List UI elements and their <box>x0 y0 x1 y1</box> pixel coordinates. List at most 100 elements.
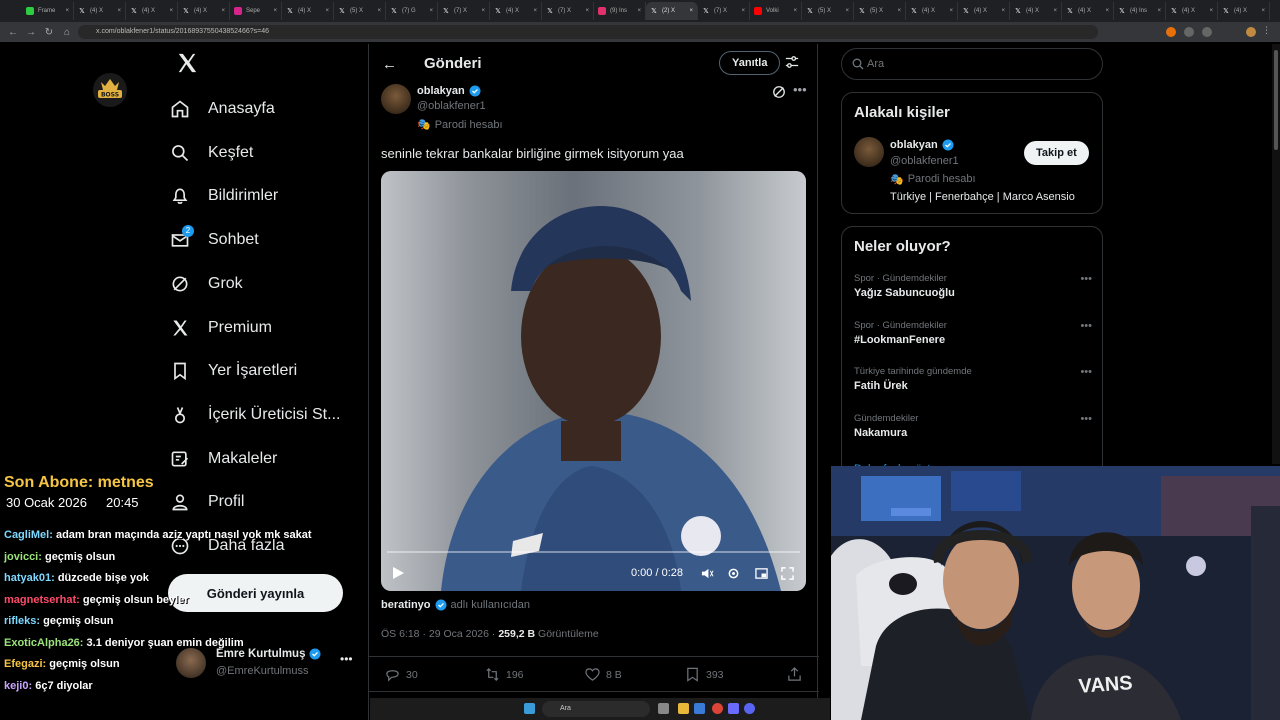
tab-close-icon[interactable]: × <box>689 8 693 14</box>
author-handle[interactable]: @oblakfener1 <box>417 100 486 112</box>
source-username[interactable]: beratinyo <box>381 599 431 611</box>
trend-item[interactable]: Gündemdekiler Nakamura ••• <box>854 413 1092 439</box>
scrollbar-thumb[interactable] <box>1274 50 1278 150</box>
browser-tab[interactable]: 𝕏 (4) X × <box>906 2 958 20</box>
share-action[interactable] <box>787 667 802 682</box>
tab-close-icon[interactable]: × <box>117 8 121 14</box>
tab-close-icon[interactable]: × <box>1157 8 1161 14</box>
taskbar-app-icon[interactable] <box>744 703 755 714</box>
tab-close-icon[interactable]: × <box>1261 8 1265 14</box>
tab-close-icon[interactable]: × <box>793 8 797 14</box>
tab-close-icon[interactable]: × <box>481 8 485 14</box>
browser-tab[interactable]: 𝕏 (7) X × <box>698 2 750 20</box>
grok-icon[interactable] <box>772 85 786 99</box>
browser-tab[interactable]: 𝕏 (5) X × <box>802 2 854 20</box>
reply-action[interactable]: 30 <box>385 667 418 682</box>
tab-close-icon[interactable]: × <box>897 8 901 14</box>
browser-tab[interactable]: 𝕏 (4) X × <box>1062 2 1114 20</box>
settings-gear-icon[interactable] <box>727 567 740 580</box>
reload-icon[interactable]: ↻ <box>40 27 58 38</box>
browser-tab[interactable]: (9) Ins × <box>594 2 646 20</box>
taskbar-app-icon[interactable] <box>694 703 705 714</box>
browser-tab[interactable]: 𝕏 (4) X × <box>126 2 178 20</box>
fullscreen-icon[interactable] <box>781 567 794 580</box>
related-user-avatar[interactable] <box>854 137 884 167</box>
trend-item[interactable]: Spor · Gündemdekiler #LookmanFenere ••• <box>854 320 1092 346</box>
bookmark-action[interactable]: 393 <box>685 667 724 682</box>
extension-icon[interactable] <box>1166 27 1176 37</box>
chrome-icon[interactable] <box>712 703 723 714</box>
video-progress-bar[interactable] <box>387 551 800 553</box>
tab-close-icon[interactable]: × <box>377 8 381 14</box>
browser-tab[interactable]: 𝕏 (4) X × <box>74 2 126 20</box>
tab-close-icon[interactable]: × <box>221 8 225 14</box>
tab-close-icon[interactable]: × <box>1209 8 1213 14</box>
tab-close-icon[interactable]: × <box>325 8 329 14</box>
reply-settings-icon[interactable] <box>785 55 799 69</box>
nav-item[interactable]: İçerik Üreticisi St... <box>170 395 360 435</box>
tab-close-icon[interactable]: × <box>429 8 433 14</box>
browser-tab[interactable]: Volki × <box>750 2 802 20</box>
forward-nav-icon[interactable]: → <box>22 27 40 38</box>
video-player[interactable]: 0:00 / 0:28 <box>381 171 806 591</box>
tab-close-icon[interactable]: × <box>65 8 69 14</box>
trend-item[interactable]: Spor · Gündemdekiler Yağız Sabuncuoğlu ••• <box>854 273 1092 299</box>
url-field[interactable]: x.com/oblakfener1/status/201689375504385… <box>78 25 1098 39</box>
browser-tab[interactable]: 𝕏 (7) X × <box>438 2 490 20</box>
taskbar-app-icon[interactable] <box>728 703 739 714</box>
nav-item[interactable]: Anasayfa <box>170 89 360 129</box>
tab-close-icon[interactable]: × <box>273 8 277 14</box>
trend-item[interactable]: Türkiye tarihinde gündemde Fatih Ürek ••• <box>854 366 1092 392</box>
back-nav-icon[interactable]: ← <box>4 27 22 38</box>
nav-item[interactable]: Yer İşaretleri <box>170 351 360 391</box>
browser-tab[interactable]: 𝕏 (5) X × <box>854 2 906 20</box>
browser-tab[interactable]: 𝕏 (4) X × <box>1010 2 1062 20</box>
browser-tab[interactable]: 𝕏 (7) G × <box>386 2 438 20</box>
extension-icon[interactable] <box>1202 27 1212 37</box>
tab-close-icon[interactable]: × <box>585 8 589 14</box>
author-name[interactable]: oblakyan <box>417 85 481 97</box>
browser-tab[interactable]: 𝕏 (7) X × <box>542 2 594 20</box>
tab-close-icon[interactable]: × <box>1001 8 1005 14</box>
back-arrow-icon[interactable]: ← <box>382 56 397 73</box>
nav-item[interactable]: Premium <box>170 308 360 348</box>
follow-button[interactable]: Takip et <box>1024 141 1089 165</box>
browser-tab[interactable]: 𝕏 (4) X × <box>958 2 1010 20</box>
tab-close-icon[interactable]: × <box>949 8 953 14</box>
browser-tab[interactable]: Sepe × <box>230 2 282 20</box>
profile-avatar-icon[interactable] <box>1246 27 1256 37</box>
tab-close-icon[interactable]: × <box>637 8 641 14</box>
volume-icon[interactable] <box>701 567 714 580</box>
trend-more-icon[interactable]: ••• <box>1080 273 1092 285</box>
search-box[interactable]: Ara <box>841 48 1103 80</box>
tab-close-icon[interactable]: × <box>1105 8 1109 14</box>
tab-close-icon[interactable]: × <box>533 8 537 14</box>
nav-item[interactable]: Grok <box>170 264 360 304</box>
taskbar-search[interactable]: Ara <box>542 701 650 717</box>
reply-button[interactable]: Yanıtla <box>719 51 781 75</box>
browser-tab[interactable]: 𝕏 (2) X × <box>646 2 698 20</box>
trend-more-icon[interactable]: ••• <box>1080 413 1092 425</box>
tab-close-icon[interactable]: × <box>845 8 849 14</box>
trend-more-icon[interactable]: ••• <box>1080 320 1092 332</box>
extension-icon[interactable] <box>1184 27 1194 37</box>
like-action[interactable]: 8 B <box>585 667 622 682</box>
browser-tab[interactable]: 𝕏 (5) X × <box>334 2 386 20</box>
home-nav-icon[interactable]: ⌂ <box>58 27 76 38</box>
nav-item[interactable]: 2 Sohbet <box>170 220 360 260</box>
browser-tab[interactable]: 𝕏 (4) X × <box>282 2 334 20</box>
browser-tab[interactable]: 𝕏 (4) X × <box>1166 2 1218 20</box>
x-logo-icon[interactable] <box>176 52 198 74</box>
tab-close-icon[interactable]: × <box>1053 8 1057 14</box>
browser-tab[interactable]: 𝕏 (4) Ins × <box>1114 2 1166 20</box>
browser-tab[interactable]: 𝕏 (4) X × <box>490 2 542 20</box>
trend-more-icon[interactable]: ••• <box>1080 366 1092 378</box>
repost-action[interactable]: 196 <box>485 667 524 682</box>
tab-close-icon[interactable]: × <box>169 8 173 14</box>
picture-in-picture-icon[interactable] <box>755 567 768 580</box>
file-explorer-icon[interactable] <box>678 703 689 714</box>
related-user-name[interactable]: oblakyan <box>890 139 954 151</box>
tab-close-icon[interactable]: × <box>741 8 745 14</box>
windows-start-icon[interactable] <box>524 703 535 714</box>
post-more-icon[interactable]: ••• <box>793 82 807 97</box>
